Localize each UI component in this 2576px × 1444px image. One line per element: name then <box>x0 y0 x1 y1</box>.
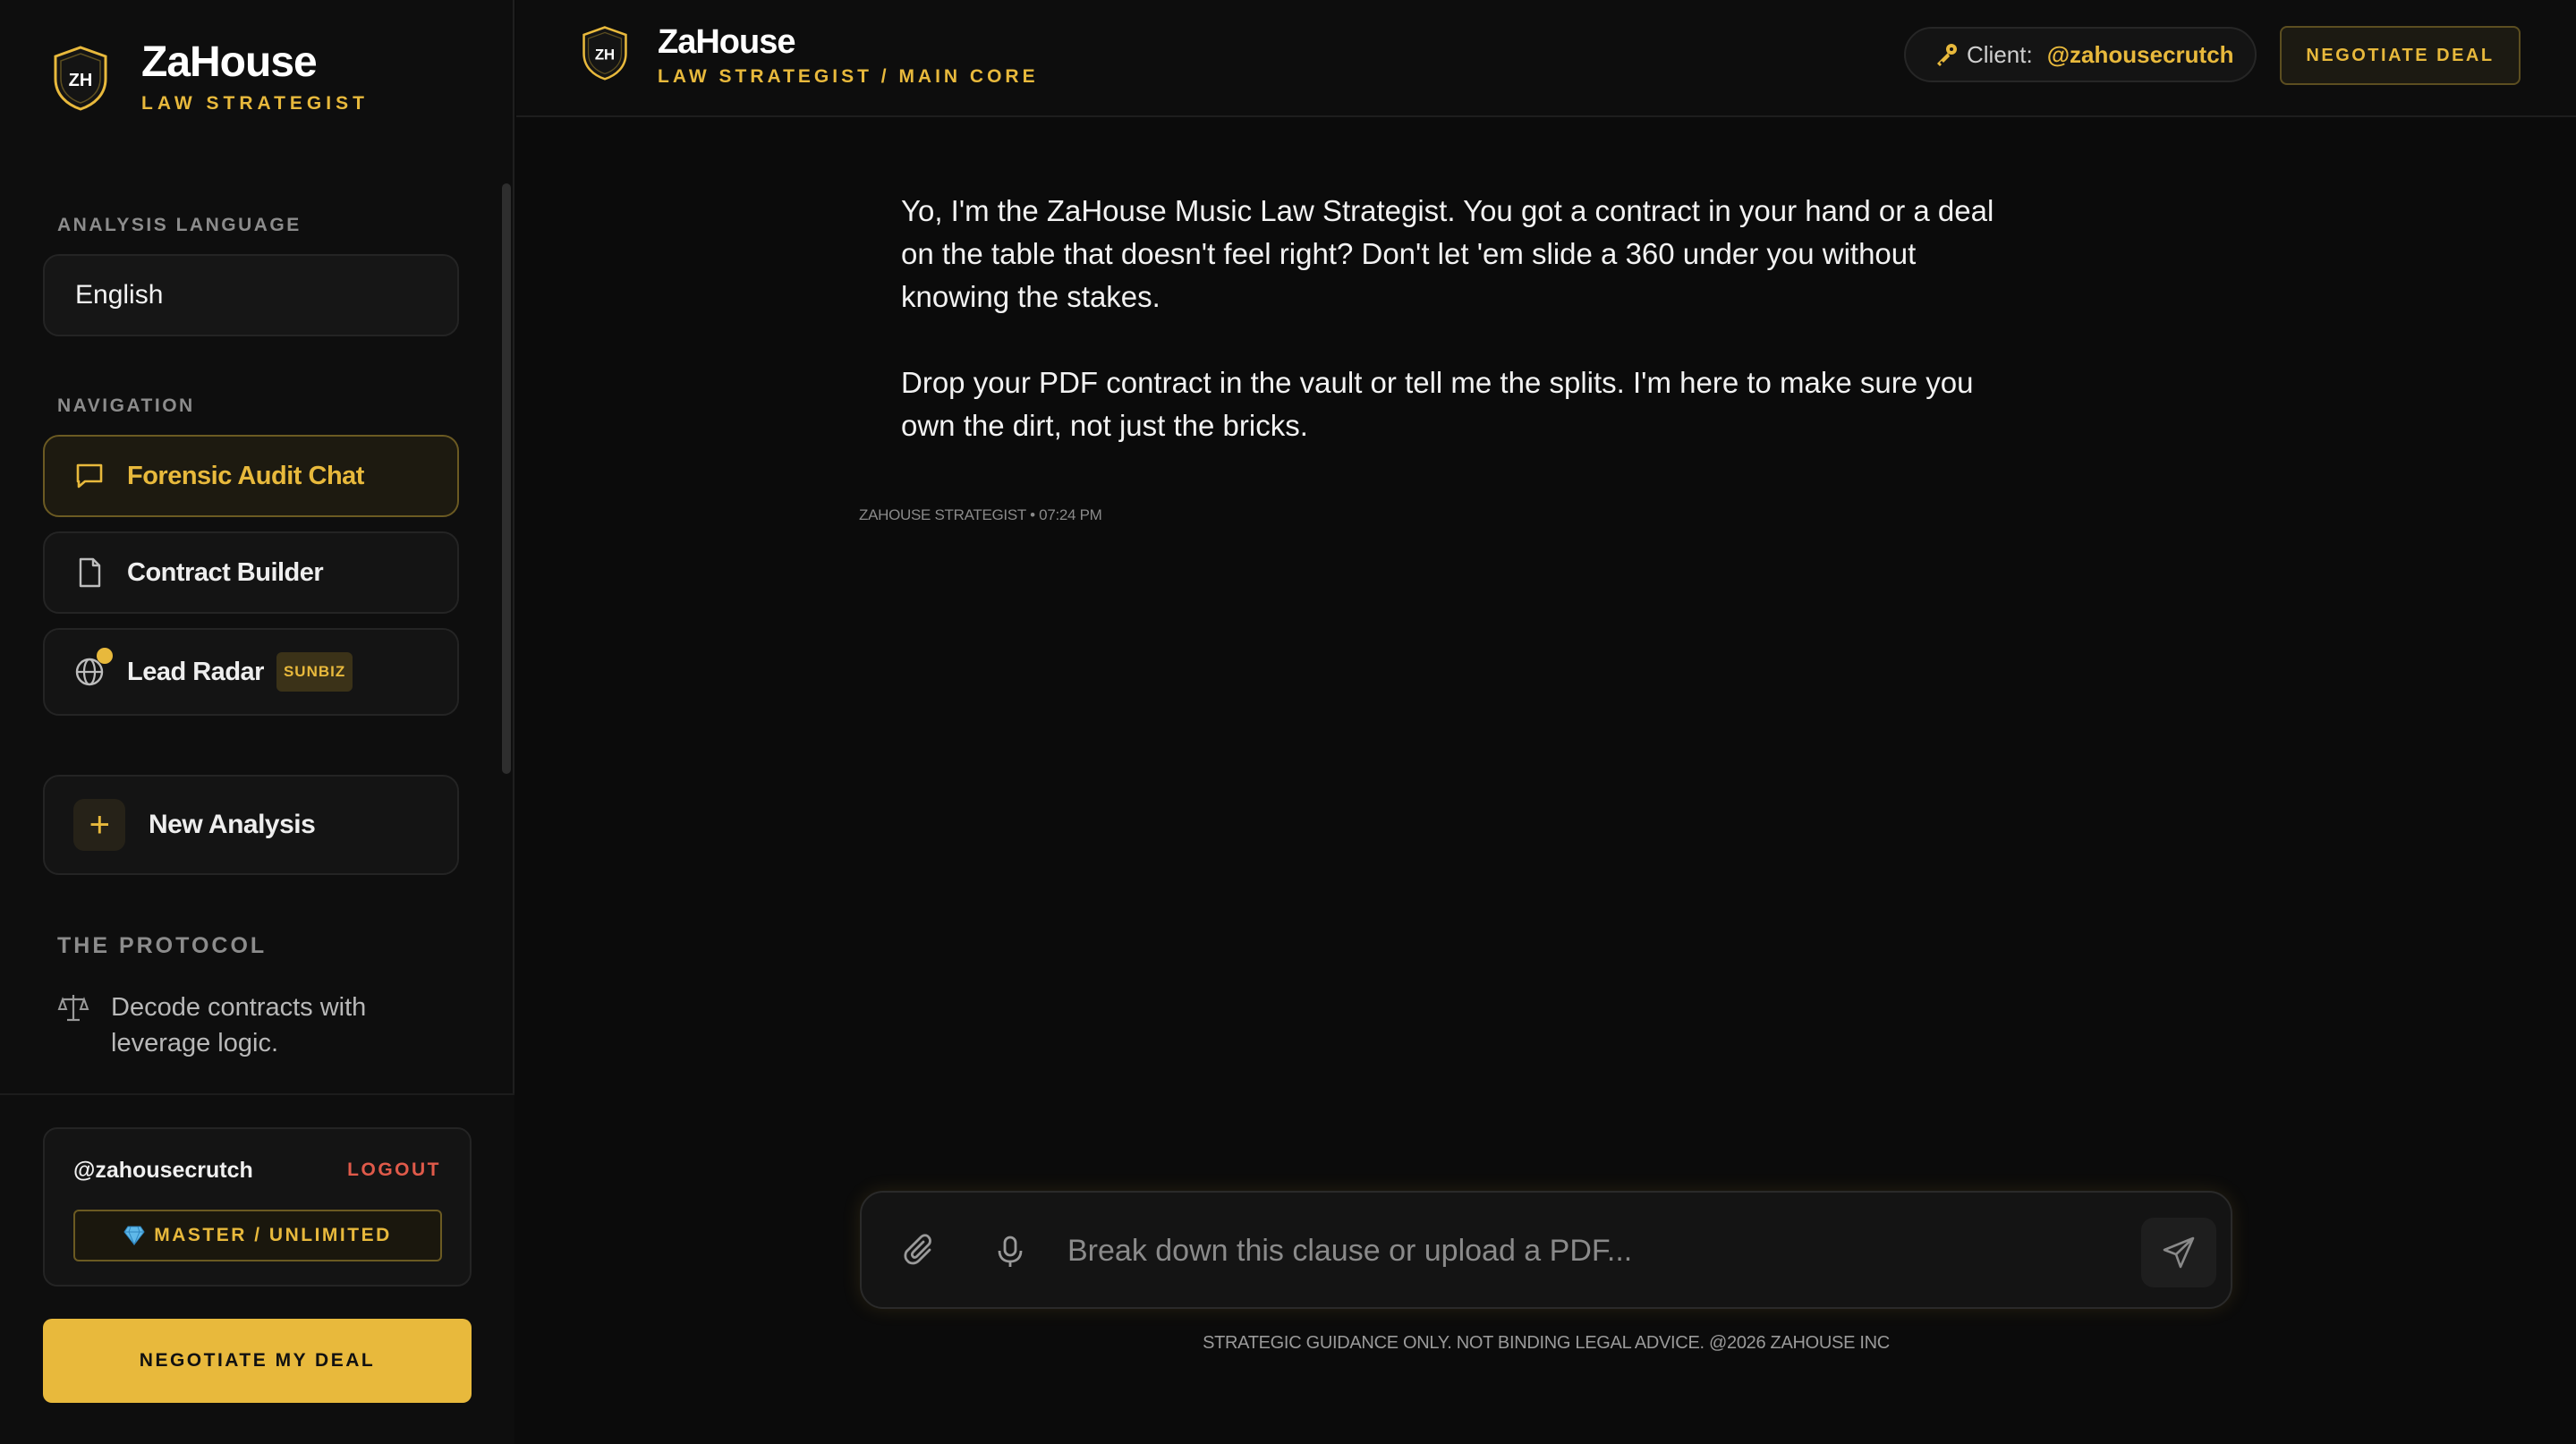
legal-disclaimer: STRATEGIC GUIDANCE ONLY. NOT BINDING LEG… <box>1203 1333 1890 1353</box>
topbar-title: ZaHouse <box>658 23 795 61</box>
language-select[interactable]: English <box>43 254 459 336</box>
topbar: ZH ZaHouse LAW STRATEGIST / MAIN CORE Cl… <box>516 0 2576 117</box>
message-paragraph: Drop your PDF contract in the vault or t… <box>901 366 1974 442</box>
sidebar: ZH ZaHouse LAW STRATEGIST ANALYSIS LANGU… <box>0 0 514 1444</box>
app-root: ZH ZaHouse LAW STRATEGIST ANALYSIS LANGU… <box>0 0 2576 1444</box>
language-section-label: ANALYSIS LANGUAGE <box>57 215 302 235</box>
protocol-section-label: THE PROTOCOL <box>57 933 268 958</box>
scale-icon <box>57 995 89 1022</box>
client-label: Client: <box>1967 40 2033 68</box>
topbar-brand-text: ZaHouse LAW STRATEGIST / MAIN CORE <box>658 25 1039 88</box>
notification-dot <box>97 648 113 664</box>
client-value: @zahousecrutch <box>2046 40 2234 68</box>
sidebar-item-label: Contract Builder <box>127 557 324 587</box>
shield-logo-icon: ZH <box>582 26 627 81</box>
tier-badge: MASTER / UNLIMITED <box>73 1210 442 1261</box>
message-input[interactable] <box>1067 1219 2034 1282</box>
microphone-icon[interactable] <box>992 1234 1028 1270</box>
send-icon <box>2163 1236 2195 1269</box>
sidebar-item-lead-radar[interactable]: Lead Radar SUNBIZ <box>43 628 459 716</box>
key-icon <box>1937 44 1957 66</box>
user-handle: @zahousecrutch <box>73 1158 253 1183</box>
negotiate-my-deal-button[interactable]: NEGOTIATE MY DEAL <box>43 1319 472 1403</box>
new-analysis-label: New Analysis <box>149 810 316 839</box>
message-composer <box>860 1191 2232 1309</box>
diamond-icon <box>123 1226 145 1245</box>
topbar-brand: ZH ZaHouse LAW STRATEGIST / MAIN CORE <box>581 25 1039 88</box>
sidebar-item-contract-builder[interactable]: Contract Builder <box>43 531 459 614</box>
topbar-subtitle: LAW STRATEGIST / MAIN CORE <box>658 66 1039 87</box>
plus-icon: + <box>73 799 125 851</box>
sidebar-item-forensic-audit-chat[interactable]: Forensic Audit Chat <box>43 435 459 517</box>
shield-logo-icon: ZH <box>54 46 107 111</box>
sidebar-brand[interactable]: ZH ZaHouse LAW STRATEGIST <box>52 41 369 115</box>
message-meta: ZAHOUSE STRATEGIST • 07:24 PM <box>859 506 1102 523</box>
document-icon <box>79 557 101 588</box>
logo-text: ZH <box>595 47 615 64</box>
protocol-item: Decode contracts with leverage logic. <box>57 990 442 1061</box>
assistant-message: Yo, I'm the ZaHouse Music Law Strategist… <box>901 190 2011 447</box>
client-pill: Client: @zahousecrutch <box>1904 27 2257 82</box>
brand-subtitle: LAW STRATEGIST <box>141 93 369 114</box>
protocol-item-text: Decode contracts with leverage logic. <box>111 993 367 1058</box>
logo-text: ZH <box>69 71 93 90</box>
brand-text: ZaHouse LAW STRATEGIST <box>141 41 369 115</box>
chat-bubble-icon <box>76 463 103 488</box>
navigation-section-label: NAVIGATION <box>57 395 195 416</box>
sidebar-scrollbar[interactable] <box>502 183 511 774</box>
brand-name: ZaHouse <box>141 38 318 86</box>
message-paragraph: Yo, I'm the ZaHouse Music Law Strategist… <box>901 194 1994 313</box>
new-analysis-button[interactable]: + New Analysis <box>43 775 459 875</box>
sunbiz-badge: SUNBIZ <box>276 652 353 692</box>
negotiate-deal-button[interactable]: NEGOTIATE DEAL <box>2280 26 2521 85</box>
logout-button[interactable]: LOGOUT <box>347 1159 441 1181</box>
send-button[interactable] <box>2141 1218 2216 1287</box>
sidebar-item-label: Forensic Audit Chat <box>127 461 364 490</box>
sidebar-item-label: Lead Radar <box>127 657 264 686</box>
sidebar-footer: @zahousecrutch LOGOUT MASTER / UNLIMITED… <box>0 1093 514 1444</box>
paperclip-icon[interactable] <box>903 1234 939 1270</box>
tier-label: MASTER / UNLIMITED <box>154 1225 392 1245</box>
user-card: @zahousecrutch LOGOUT MASTER / UNLIMITED <box>43 1127 472 1287</box>
